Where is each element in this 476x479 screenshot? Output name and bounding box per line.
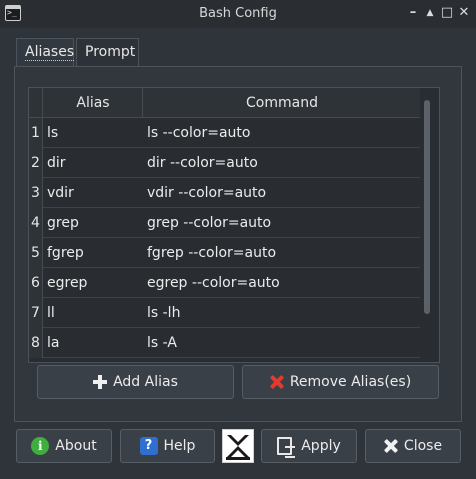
about-button[interactable]: i About [16, 429, 112, 463]
command-cell[interactable]: dir --color=auto [147, 148, 258, 178]
command-cell[interactable]: ls -lh [147, 298, 180, 328]
command-cell[interactable]: ls --color=auto [147, 118, 250, 148]
remove-icon [270, 375, 284, 389]
scrollbar-thumb[interactable] [424, 100, 430, 314]
apply-label: Apply [301, 438, 341, 454]
table-row[interactable]: 4 grep grep --color=auto [29, 208, 420, 238]
row-number: 1 [29, 118, 43, 148]
help-icon: ? [139, 437, 158, 455]
close-button[interactable]: Close [365, 429, 461, 463]
plus-icon [93, 375, 108, 389]
column-header-alias[interactable]: Alias [44, 88, 143, 118]
add-alias-button[interactable]: Add Alias [37, 365, 234, 399]
title-bar: Bash Config – ▲ □ ✕ [0, 0, 476, 28]
table-row[interactable]: 2 dir dir --color=auto [29, 148, 420, 178]
table-row[interactable]: 5 fgrep fgrep --color=auto [29, 238, 420, 268]
vertical-scrollbar[interactable] [424, 100, 430, 314]
xfce-logo-icon [222, 429, 254, 463]
command-cell[interactable]: egrep --color=auto [147, 268, 280, 298]
info-icon: i [31, 437, 50, 455]
command-cell[interactable]: ls -A [147, 328, 177, 358]
alias-cell[interactable]: ls [47, 118, 58, 148]
apply-icon [277, 437, 296, 458]
remove-alias-label: Remove Alias(es) [289, 374, 412, 390]
help-label: Help [163, 438, 196, 454]
aliases-table: Alias Command 1 ls ls --color=auto 2 dir… [28, 87, 440, 363]
command-cell[interactable]: grep --color=auto [147, 208, 271, 238]
tab-prompt-label: Prompt [85, 44, 136, 60]
row-number: 5 [29, 238, 43, 268]
row-number: 3 [29, 178, 43, 208]
header-corner [29, 88, 43, 118]
help-button[interactable]: ? Help [120, 429, 215, 463]
table-row[interactable]: 6 egrep egrep --color=auto [29, 268, 420, 298]
command-cell[interactable]: vdir --color=auto [147, 178, 266, 208]
row-number: 6 [29, 268, 43, 298]
alias-cell[interactable]: la [47, 328, 59, 358]
add-alias-label: Add Alias [113, 374, 178, 390]
close-window-button[interactable]: ✕ [455, 4, 473, 22]
table-row[interactable]: 3 vdir vdir --color=auto [29, 178, 420, 208]
alias-cell[interactable]: dir [47, 148, 66, 178]
apply-button[interactable]: Apply [261, 429, 357, 463]
remove-alias-button[interactable]: Remove Alias(es) [242, 365, 439, 399]
row-number: 7 [29, 298, 43, 328]
aliases-panel: Alias Command 1 ls ls --color=auto 2 dir… [14, 66, 462, 422]
command-cell[interactable]: fgrep --color=auto [147, 238, 276, 268]
alias-cell[interactable]: egrep [47, 268, 87, 298]
minimize-button[interactable]: – [404, 4, 422, 22]
restore-button[interactable]: ▲ [421, 4, 439, 22]
close-label: Close [403, 438, 443, 454]
maximize-button[interactable]: □ [438, 4, 456, 22]
alias-cell[interactable]: ll [47, 298, 55, 328]
row-number: 8 [29, 328, 43, 358]
tab-aliases[interactable]: Aliases [16, 38, 75, 67]
alias-cell[interactable]: grep [47, 208, 79, 238]
row-number: 4 [29, 208, 43, 238]
table-header: Alias Command [29, 88, 420, 118]
alias-cell[interactable]: fgrep [47, 238, 84, 268]
table-row[interactable]: 8 la ls -A [29, 328, 420, 358]
alias-cell[interactable]: vdir [47, 178, 74, 208]
table-row[interactable]: 7 ll ls -lh [29, 298, 420, 328]
tab-aliases-label: Aliases [25, 44, 75, 61]
row-number: 2 [29, 148, 43, 178]
column-header-command[interactable]: Command [144, 88, 420, 118]
tab-prompt[interactable]: Prompt [76, 38, 139, 66]
close-icon [384, 439, 398, 453]
table-row[interactable]: 1 ls ls --color=auto [29, 118, 420, 148]
about-label: About [55, 438, 97, 454]
